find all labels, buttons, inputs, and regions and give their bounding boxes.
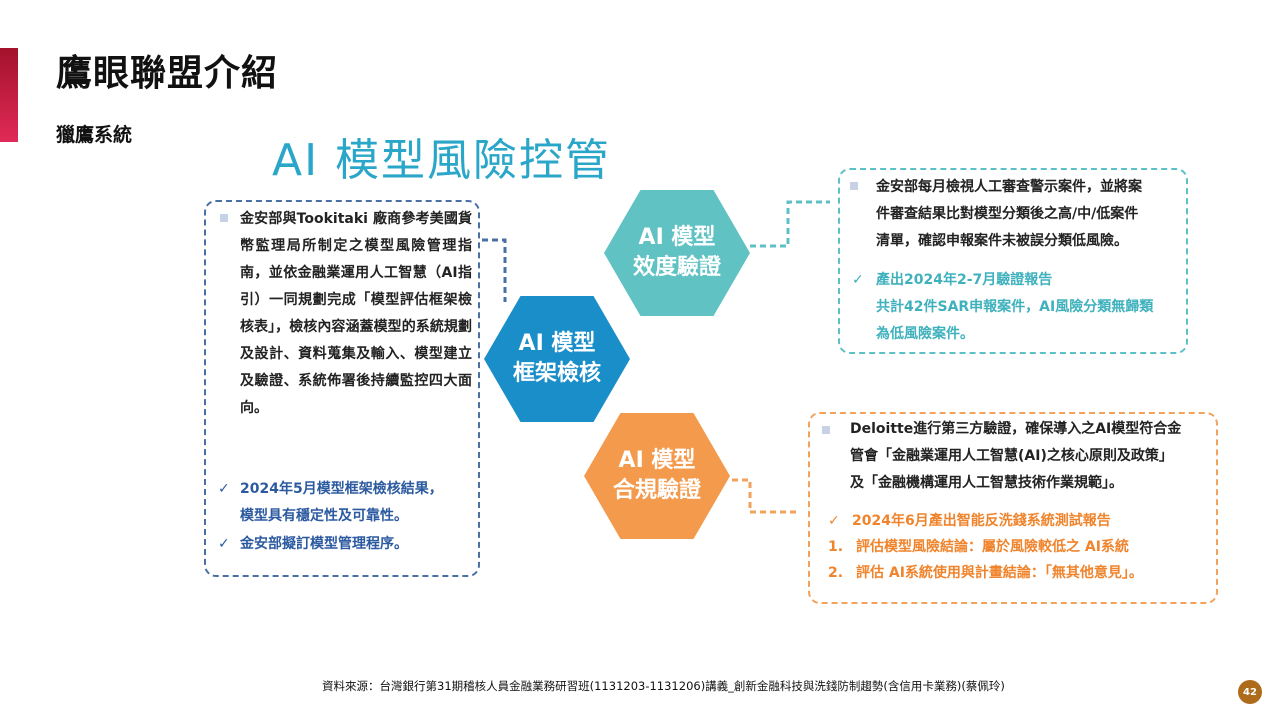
framework-description: 金安部與Tookitaki 廠商參考美國貨幣監理局所制定之模型風險管理指南，並依… xyxy=(240,211,472,416)
hexagon-line1: AI 模型 xyxy=(638,225,716,250)
compliance-item2-number: 2. xyxy=(828,565,844,581)
effectiveness-result-line1: 產出2024年2-7月驗證報告 xyxy=(876,272,1053,288)
compliance-report: 2024年6月產出智能反洗錢系統測試報告 xyxy=(852,513,1111,529)
effectiveness-line2: 件審查結果比對模型分類後之高/中/低案件 xyxy=(876,206,1139,222)
square-bullet-icon xyxy=(220,214,228,222)
connector-bottom xyxy=(732,478,800,514)
connector-lines xyxy=(482,200,830,514)
effectiveness-line3: 清單，確認申報案件未被誤分類低風險。 xyxy=(876,233,1128,249)
framework-result-line1: 2024年5月模型框架檢核結果， xyxy=(240,481,443,497)
connector-top xyxy=(750,200,830,248)
compliance-item1-number: 1. xyxy=(828,539,844,555)
check-mark-icon: ✓ xyxy=(828,513,840,529)
hexagon-line2: 框架檢核 xyxy=(512,361,601,386)
check-mark-icon: ✓ xyxy=(218,481,230,497)
connector-left xyxy=(482,238,507,302)
compliance-line3: 及「金融機構運用人工智慧技術作業規範」。 xyxy=(850,475,1123,491)
square-bullet-icon xyxy=(850,182,858,190)
effectiveness-result-line2: 共計42件SAR申報案件，AI風險分類無歸類 xyxy=(876,299,1154,315)
hexagon-line1: AI 模型 xyxy=(618,448,696,473)
square-bullet-icon xyxy=(822,426,830,434)
hexagon-line2: 效度驗證 xyxy=(632,255,721,280)
effectiveness-line1: 金安部每月檢視人工審查警示案件，並將案 xyxy=(876,179,1142,195)
hexagon-line1: AI 模型 xyxy=(518,331,596,356)
compliance-line1: Deloitte進行第三方驗證，確保導入之AI模型符合金 xyxy=(850,421,1182,437)
hexagon-line2: 合規驗證 xyxy=(612,478,701,503)
framework-procedure: 金安部擬訂模型管理程序。 xyxy=(240,536,408,552)
compliance-item2: 評估 AI系統使用與計畫結論：「無其他意見」。 xyxy=(856,565,1143,581)
framework-result-line2: 模型具有穩定性及可靠性。 xyxy=(240,508,408,524)
compliance-line2: 管會「金融業運用人工智慧(AI)之核心原則及政策」 xyxy=(850,448,1173,464)
effectiveness-result-line3: 為低風險案件。 xyxy=(876,326,974,342)
page-number-badge: 42 xyxy=(1238,680,1262,704)
check-mark-icon: ✓ xyxy=(218,536,230,552)
check-mark-icon: ✓ xyxy=(852,272,864,288)
compliance-item1: 評估模型風險結論：屬於風險較低之 AI系統 xyxy=(856,539,1129,555)
source-citation: 資料來源：台灣銀行第31期稽核人員金融業務研習班(1131203-1131206… xyxy=(322,679,1005,693)
